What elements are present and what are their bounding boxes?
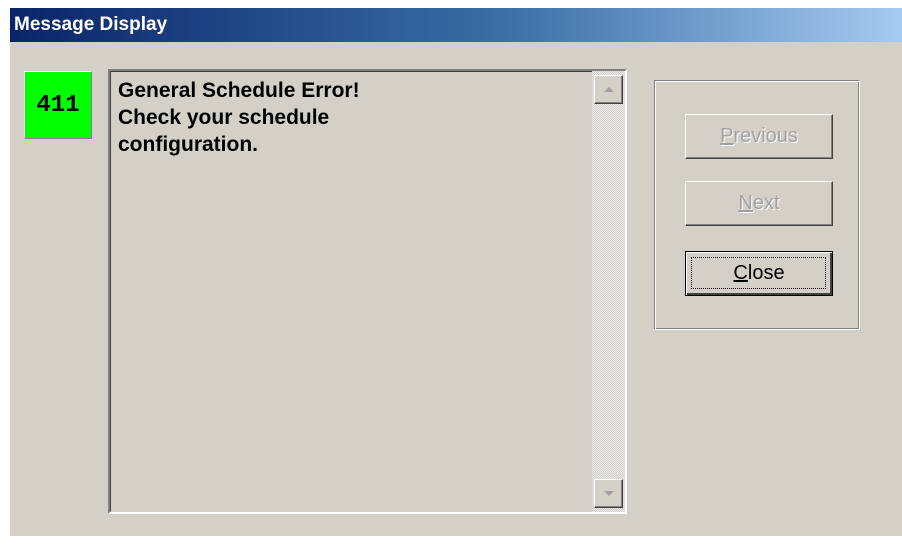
window-title: Message Display [14,14,168,35]
scroll-down-button[interactable] [594,479,623,508]
message-text-box[interactable]: General Schedule Error! Check your sched… [108,69,627,514]
previous-button[interactable]: Previous [685,114,833,159]
next-button[interactable]: Next [685,181,833,226]
message-scrollbar[interactable] [592,71,625,512]
mnemonic-letter: N [738,192,753,214]
close-button[interactable]: Close [685,251,833,296]
navigation-button-group: Previous Next Close [654,80,860,330]
previous-button-label: Previous [720,125,798,148]
message-code-badge: 411 [24,71,92,139]
scroll-up-arrow-icon [603,87,614,92]
close-focus-rect [691,257,826,289]
message-display-window: Message Display 411 General Schedule Err… [10,8,902,536]
scroll-down-arrow-icon [603,491,614,496]
scroll-up-button[interactable] [594,75,623,104]
message-text: General Schedule Error! Check your sched… [118,79,360,156]
mnemonic-letter: P [720,125,734,147]
next-button-label: Next [738,192,779,215]
label-rest: revious [733,125,798,147]
label-rest: ext [752,192,780,214]
title-bar[interactable]: Message Display [10,8,902,42]
